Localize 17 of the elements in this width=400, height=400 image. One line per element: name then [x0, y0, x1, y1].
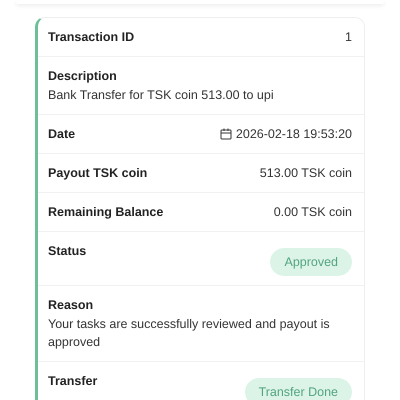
field-label: Transaction ID [48, 29, 134, 46]
field-value: 513.00 TSK coin [260, 165, 352, 182]
field-label: Remaining Balance [48, 204, 164, 221]
field-value: 0.00 TSK coin [274, 204, 352, 221]
field-label: Payout TSK coin [48, 165, 148, 182]
field-value: Bank Transfer for TSK coin 513.00 to upi [48, 87, 275, 104]
status-badge: Approved [270, 248, 352, 276]
field-label: Transfer [48, 373, 98, 390]
field-label: Reason [48, 297, 94, 314]
field-value: Your tasks are successfully reviewed and payout is approved [48, 316, 331, 351]
field-label: Status [48, 243, 86, 260]
field-label: Date [48, 126, 76, 143]
calendar-icon [220, 128, 232, 140]
date-value: 2026-02-18 19:53:20 [236, 126, 352, 143]
status-badge: Transfer Done [244, 378, 352, 400]
field-value: 1 [345, 29, 352, 46]
field-label: Description [48, 68, 118, 85]
